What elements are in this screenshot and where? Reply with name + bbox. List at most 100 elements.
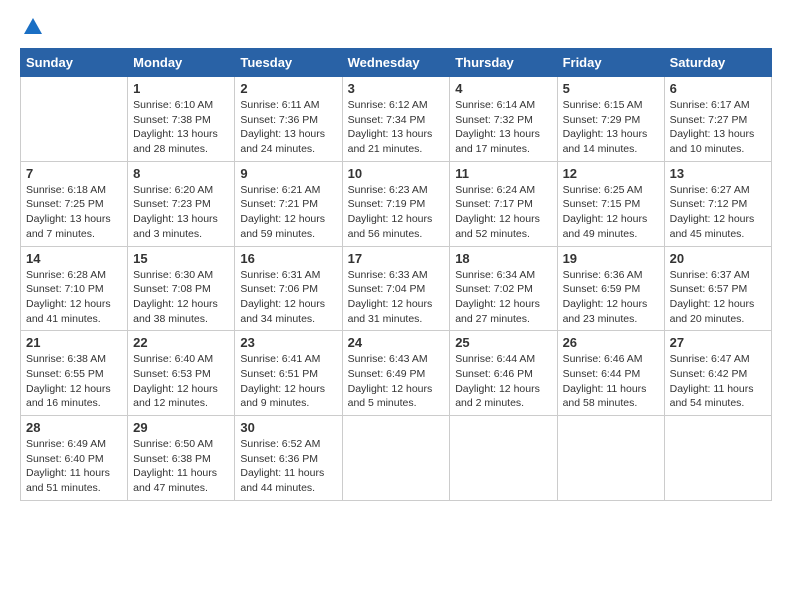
day-number: 23 [240, 335, 336, 350]
day-number: 22 [133, 335, 229, 350]
day-info: Sunrise: 6:12 AM Sunset: 7:34 PM Dayligh… [348, 98, 445, 157]
day-info: Sunrise: 6:15 AM Sunset: 7:29 PM Dayligh… [563, 98, 659, 157]
calendar-day-cell: 27 Sunrise: 6:47 AM Sunset: 6:42 PM Dayli… [664, 331, 771, 416]
weekday-header: Saturday [664, 49, 771, 77]
calendar-week-row: 14Sunrise: 6:28 AM Sunset: 7:10 PM Dayli… [21, 246, 772, 331]
calendar-day-cell: 7 Sunrise: 6:18 AM Sunset: 7:25 PM Daylig… [21, 161, 128, 246]
weekday-header: Tuesday [235, 49, 342, 77]
day-info: Sunrise: 6:20 AM Sunset: 7:23 PM Dayligh… [133, 183, 229, 242]
day-info: Sunrise: 6:33 AM Sunset: 7:04 PM Dayligh… [348, 268, 445, 327]
day-number: 18 [455, 251, 551, 266]
day-number: 3 [348, 81, 445, 96]
day-number: 15 [133, 251, 229, 266]
day-info: Sunrise: 6:44 AM Sunset: 6:46 PM Dayligh… [455, 352, 551, 411]
day-number: 7 [26, 166, 122, 181]
day-info: Sunrise: 6:27 AM Sunset: 7:12 PM Dayligh… [670, 183, 766, 242]
day-info: Sunrise: 6:37 AM Sunset: 6:57 PM Dayligh… [670, 268, 766, 327]
day-info: Sunrise: 6:11 AM Sunset: 7:36 PM Dayligh… [240, 98, 336, 157]
calendar-day-cell: 16Sunrise: 6:31 AM Sunset: 7:06 PM Dayli… [235, 246, 342, 331]
day-info: Sunrise: 6:14 AM Sunset: 7:32 PM Dayligh… [455, 98, 551, 157]
day-info: Sunrise: 6:18 AM Sunset: 7:25 PM Dayligh… [26, 183, 122, 242]
day-number: 11 [455, 166, 551, 181]
calendar-week-row: 7 Sunrise: 6:18 AM Sunset: 7:25 PM Daylig… [21, 161, 772, 246]
calendar-week-row: 1 Sunrise: 6:10 AM Sunset: 7:38 PM Daylig… [21, 77, 772, 162]
day-info: Sunrise: 6:36 AM Sunset: 6:59 PM Dayligh… [563, 268, 659, 327]
day-number: 19 [563, 251, 659, 266]
logo [20, 20, 44, 38]
calendar-day-cell: 23 Sunrise: 6:41 AM Sunset: 6:51 PM Dayli… [235, 331, 342, 416]
calendar-day-cell [450, 416, 557, 501]
calendar-day-cell: 24Sunrise: 6:43 AM Sunset: 6:49 PM Dayli… [342, 331, 450, 416]
day-number: 4 [455, 81, 551, 96]
calendar-day-cell [557, 416, 664, 501]
calendar-table: SundayMondayTuesdayWednesdayThursdayFrid… [20, 48, 772, 501]
day-number: 9 [240, 166, 336, 181]
day-number: 2 [240, 81, 336, 96]
day-number: 20 [670, 251, 766, 266]
calendar-day-cell: 19 Sunrise: 6:36 AM Sunset: 6:59 PM Dayli… [557, 246, 664, 331]
calendar-day-cell: 17 Sunrise: 6:33 AM Sunset: 7:04 PM Dayli… [342, 246, 450, 331]
calendar-day-cell: 14Sunrise: 6:28 AM Sunset: 7:10 PM Dayli… [21, 246, 128, 331]
day-number: 14 [26, 251, 122, 266]
calendar-week-row: 28Sunrise: 6:49 AM Sunset: 6:40 PM Dayli… [21, 416, 772, 501]
calendar-day-cell: 22 Sunrise: 6:40 AM Sunset: 6:53 PM Dayli… [128, 331, 235, 416]
day-info: Sunrise: 6:40 AM Sunset: 6:53 PM Dayligh… [133, 352, 229, 411]
day-number: 26 [563, 335, 659, 350]
calendar-day-cell [21, 77, 128, 162]
weekday-header: Friday [557, 49, 664, 77]
calendar-day-cell [664, 416, 771, 501]
day-number: 17 [348, 251, 445, 266]
day-number: 13 [670, 166, 766, 181]
logo-icon [22, 16, 44, 38]
day-number: 21 [26, 335, 122, 350]
day-number: 27 [670, 335, 766, 350]
day-number: 1 [133, 81, 229, 96]
calendar-day-cell: 25 Sunrise: 6:44 AM Sunset: 6:46 PM Dayli… [450, 331, 557, 416]
calendar-day-cell: 8 Sunrise: 6:20 AM Sunset: 7:23 PM Daylig… [128, 161, 235, 246]
day-number: 29 [133, 420, 229, 435]
weekday-header: Wednesday [342, 49, 450, 77]
day-info: Sunrise: 6:43 AM Sunset: 6:49 PM Dayligh… [348, 352, 445, 411]
calendar-day-cell: 2 Sunrise: 6:11 AM Sunset: 7:36 PM Daylig… [235, 77, 342, 162]
day-number: 25 [455, 335, 551, 350]
calendar-day-cell: 18 Sunrise: 6:34 AM Sunset: 7:02 PM Dayli… [450, 246, 557, 331]
day-info: Sunrise: 6:23 AM Sunset: 7:19 PM Dayligh… [348, 183, 445, 242]
day-info: Sunrise: 6:25 AM Sunset: 7:15 PM Dayligh… [563, 183, 659, 242]
calendar-day-cell: 21Sunrise: 6:38 AM Sunset: 6:55 PM Dayli… [21, 331, 128, 416]
day-number: 8 [133, 166, 229, 181]
calendar-day-cell: 10 Sunrise: 6:23 AM Sunset: 7:19 PM Dayli… [342, 161, 450, 246]
calendar-day-cell: 12 Sunrise: 6:25 AM Sunset: 7:15 PM Dayli… [557, 161, 664, 246]
day-info: Sunrise: 6:31 AM Sunset: 7:06 PM Dayligh… [240, 268, 336, 327]
calendar-day-cell: 20 Sunrise: 6:37 AM Sunset: 6:57 PM Dayli… [664, 246, 771, 331]
calendar-day-cell [342, 416, 450, 501]
weekday-header: Monday [128, 49, 235, 77]
calendar-day-cell: 11 Sunrise: 6:24 AM Sunset: 7:17 PM Dayli… [450, 161, 557, 246]
day-info: Sunrise: 6:47 AM Sunset: 6:42 PM Dayligh… [670, 352, 766, 411]
day-info: Sunrise: 6:50 AM Sunset: 6:38 PM Dayligh… [133, 437, 229, 496]
day-info: Sunrise: 6:17 AM Sunset: 7:27 PM Dayligh… [670, 98, 766, 157]
calendar-day-cell: 28Sunrise: 6:49 AM Sunset: 6:40 PM Dayli… [21, 416, 128, 501]
calendar-week-row: 21Sunrise: 6:38 AM Sunset: 6:55 PM Dayli… [21, 331, 772, 416]
day-info: Sunrise: 6:30 AM Sunset: 7:08 PM Dayligh… [133, 268, 229, 327]
day-number: 6 [670, 81, 766, 96]
day-info: Sunrise: 6:52 AM Sunset: 6:36 PM Dayligh… [240, 437, 336, 496]
calendar-day-cell: 4 Sunrise: 6:14 AM Sunset: 7:32 PM Daylig… [450, 77, 557, 162]
calendar-day-cell: 13 Sunrise: 6:27 AM Sunset: 7:12 PM Dayli… [664, 161, 771, 246]
calendar-day-cell: 6 Sunrise: 6:17 AM Sunset: 7:27 PM Daylig… [664, 77, 771, 162]
calendar-day-cell: 29 Sunrise: 6:50 AM Sunset: 6:38 PM Dayli… [128, 416, 235, 501]
calendar-day-cell: 3 Sunrise: 6:12 AM Sunset: 7:34 PM Daylig… [342, 77, 450, 162]
day-info: Sunrise: 6:34 AM Sunset: 7:02 PM Dayligh… [455, 268, 551, 327]
calendar-header-row: SundayMondayTuesdayWednesdayThursdayFrid… [21, 49, 772, 77]
weekday-header: Thursday [450, 49, 557, 77]
calendar-day-cell: 15 Sunrise: 6:30 AM Sunset: 7:08 PM Dayli… [128, 246, 235, 331]
day-info: Sunrise: 6:24 AM Sunset: 7:17 PM Dayligh… [455, 183, 551, 242]
day-number: 12 [563, 166, 659, 181]
calendar-day-cell: 5Sunrise: 6:15 AM Sunset: 7:29 PM Daylig… [557, 77, 664, 162]
calendar-day-cell: 1 Sunrise: 6:10 AM Sunset: 7:38 PM Daylig… [128, 77, 235, 162]
page-header [20, 20, 772, 38]
day-info: Sunrise: 6:21 AM Sunset: 7:21 PM Dayligh… [240, 183, 336, 242]
day-info: Sunrise: 6:41 AM Sunset: 6:51 PM Dayligh… [240, 352, 336, 411]
day-info: Sunrise: 6:10 AM Sunset: 7:38 PM Dayligh… [133, 98, 229, 157]
day-number: 30 [240, 420, 336, 435]
day-number: 10 [348, 166, 445, 181]
